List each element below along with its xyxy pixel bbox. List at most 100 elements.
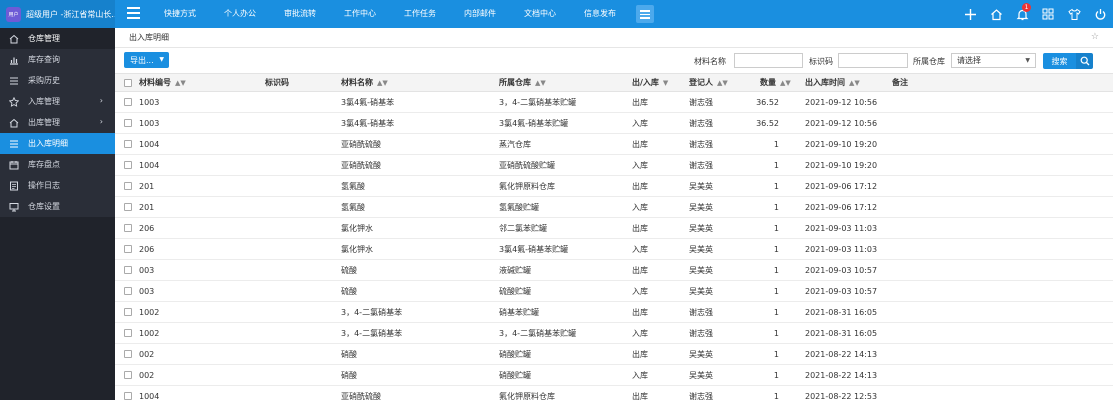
- chevron-right-icon: ›: [99, 117, 103, 126]
- col-idcode[interactable]: 标识码: [265, 74, 289, 91]
- sidebar-item-stock-details[interactable]: 出入库明细: [0, 133, 115, 154]
- table-row[interactable]: 206 氯化钾水 邻二氯苯贮罐 出库 吴美英 1 2021-09-03 11:03: [115, 218, 1113, 239]
- row-checkbox[interactable]: [124, 287, 132, 295]
- shirt-icon[interactable]: [1061, 0, 1087, 28]
- cell-name: 硝酸: [341, 370, 357, 380]
- row-checkbox[interactable]: [124, 392, 132, 400]
- plus-icon[interactable]: [957, 0, 983, 28]
- nav-item-personal-office[interactable]: 个人办公: [210, 0, 270, 28]
- cell-warehouse: 蒸汽仓库: [499, 139, 531, 149]
- col-qty[interactable]: 数量 ▲▼: [760, 74, 791, 91]
- sidebar-item-warehouse-management[interactable]: 仓库管理: [0, 28, 115, 49]
- search-button[interactable]: 搜索: [1043, 53, 1076, 69]
- cell-time: 2021-09-03 11:03: [805, 244, 878, 254]
- row-checkbox[interactable]: [124, 98, 132, 106]
- row-checkbox[interactable]: [124, 350, 132, 358]
- sidebar-item-label: 采购历史: [28, 76, 60, 85]
- row-checkbox[interactable]: [124, 119, 132, 127]
- nav-item-info-publish[interactable]: 信息发布: [570, 0, 630, 28]
- cell-warehouse: 3，4-二氯硝基苯贮罐: [499, 97, 577, 107]
- cell-name: 3氯4氟-硝基苯: [341, 118, 395, 128]
- brand[interactable]: 用户 超级用户 -浙江省常山长...: [0, 0, 115, 28]
- sort-icon: ▲▼: [175, 78, 186, 87]
- bell-icon[interactable]: 1: [1009, 0, 1035, 28]
- cell-qty: 1: [773, 328, 779, 338]
- col-registrar[interactable]: 登记人 ▲▼: [689, 74, 728, 91]
- table-row[interactable]: 003 硫酸 液碱贮罐 出库 吴美英 1 2021-09-03 10:57: [115, 260, 1113, 281]
- table-row[interactable]: 201 氢氟酸 氟化钾原料仓库 出库 吴美英 1 2021-09-06 17:12: [115, 176, 1113, 197]
- nav-item-internal-mail[interactable]: 内部邮件: [450, 0, 510, 28]
- table-row[interactable]: 002 硝酸 硝酸贮罐 出库 吴美英 1 2021-08-22 14:13: [115, 344, 1113, 365]
- table-row[interactable]: 002 硝酸 硝酸贮罐 入库 吴美英 1 2021-08-22 14:13: [115, 365, 1113, 386]
- sidebar-item-stocktaking[interactable]: 库存盘点: [0, 154, 115, 175]
- sidebar-item-outbound-management[interactable]: 出库管理 ›: [0, 112, 115, 133]
- cell-qty: 1: [773, 202, 779, 212]
- nav-item-work-tasks[interactable]: 工作任务: [390, 0, 450, 28]
- row-checkbox[interactable]: [124, 266, 132, 274]
- table-row[interactable]: 1004 亚硝酰硫酸 亚硝酰硫酸贮罐 入库 谢志强 1 2021-09-10 19:20: [115, 155, 1113, 176]
- table-row[interactable]: 1002 3，4-二氯硝基苯 硝基苯贮罐 出库 谢志强 1 2021-08-31 16:05: [115, 302, 1113, 323]
- row-checkbox[interactable]: [124, 329, 132, 337]
- sidebar-item-label: 库存查询: [28, 55, 60, 64]
- col-time[interactable]: 出入库时间 ▲▼: [805, 74, 860, 91]
- table-row[interactable]: 206 氯化钾水 3氯4氟-硝基苯贮罐 入库 吴美英 1 2021-09-03 11:03: [115, 239, 1113, 260]
- nav-item-approval-flow[interactable]: 审批流转: [270, 0, 330, 28]
- user-title: 超级用户 -浙江省常山长...: [26, 9, 115, 19]
- power-icon[interactable]: [1087, 0, 1113, 28]
- row-checkbox[interactable]: [124, 245, 132, 253]
- cell-registrar: 谢志强: [689, 391, 713, 400]
- warehouse-select[interactable]: 请选择 ▼: [951, 53, 1036, 68]
- sidebar-item-inbound-management[interactable]: 入库管理 ›: [0, 91, 115, 112]
- row-checkbox[interactable]: [124, 308, 132, 316]
- col-direction[interactable]: 出/入库 ▼: [632, 74, 668, 91]
- cell-code: 1002: [139, 307, 160, 317]
- table-row[interactable]: 1002 3，4-二氯硝基苯 3，4-二氯硝基苯贮罐 入库 谢志强 1 2021-08-31…: [115, 323, 1113, 344]
- sidebar-item-purchase-history[interactable]: 采购历史: [0, 70, 115, 91]
- row-checkbox[interactable]: [124, 161, 132, 169]
- select-all-checkbox[interactable]: [124, 78, 132, 87]
- table-row[interactable]: 1003 3氯4氟-硝基苯 3氯4氟-硝基苯贮罐 入库 谢志强 36.52 2021-09-…: [115, 113, 1113, 134]
- row-checkbox[interactable]: [124, 371, 132, 379]
- nav-item-work-center[interactable]: 工作中心: [330, 0, 390, 28]
- cell-code: 002: [139, 349, 155, 359]
- more-menu-icon[interactable]: [636, 5, 654, 23]
- cell-direction: 出库: [632, 349, 648, 359]
- cell-registrar: 吴美英: [689, 265, 713, 275]
- cell-warehouse: 硝酸贮罐: [499, 370, 531, 380]
- cell-direction: 出库: [632, 97, 648, 107]
- sidebar-item-inventory-query[interactable]: 库存查询: [0, 49, 115, 70]
- nav-item-shortcuts[interactable]: 快捷方式: [150, 0, 210, 28]
- table-row[interactable]: 1004 亚硝酰硫酸 氟化钾原料仓库 出库 谢志强 1 2021-08-22 12:53: [115, 386, 1113, 400]
- col-code[interactable]: 材料编号 ▲▼: [139, 74, 186, 91]
- sidebar-item-operation-log[interactable]: 操作日志: [0, 175, 115, 196]
- apps-icon[interactable]: [1035, 0, 1061, 28]
- col-name[interactable]: 材料名称 ▲▼: [341, 74, 388, 91]
- table-row[interactable]: 1004 亚硝酰硫酸 蒸汽仓库 出库 谢志强 1 2021-09-10 19:20: [115, 134, 1113, 155]
- sidebar-item-warehouse-settings[interactable]: 仓库设置: [0, 196, 115, 217]
- row-checkbox[interactable]: [124, 224, 132, 232]
- row-checkbox[interactable]: [124, 140, 132, 148]
- table-row[interactable]: 201 氢氟酸 氢氟酸贮罐 入库 吴美英 1 2021-09-06 17:12: [115, 197, 1113, 218]
- table-row[interactable]: 1003 3氯4氟-硝基苯 3，4-二氯硝基苯贮罐 出库 谢志强 36.52 2021-09…: [115, 92, 1113, 113]
- cell-time: 2021-09-06 17:12: [805, 181, 878, 191]
- cell-qty: 1: [773, 265, 779, 275]
- home-icon[interactable]: [983, 0, 1009, 28]
- favorite-star-icon[interactable]: ☆: [1091, 32, 1099, 42]
- table-row[interactable]: 003 硫酸 硫酸贮罐 入库 吴美英 1 2021-09-03 10:57: [115, 281, 1113, 302]
- col-note: 备注: [892, 74, 908, 91]
- chevron-right-icon: ›: [99, 96, 103, 105]
- row-checkbox[interactable]: [124, 203, 132, 211]
- col-warehouse[interactable]: 所属仓库 ▲▼: [499, 74, 546, 91]
- sidebar-item-label: 库存盘点: [28, 160, 60, 169]
- search-icon[interactable]: [1076, 53, 1093, 69]
- sidebar-toggle-icon[interactable]: [127, 7, 140, 21]
- material-name-input[interactable]: [734, 53, 803, 68]
- export-button[interactable]: 导出... ▼: [124, 52, 169, 68]
- sidebar-item-label: 仓库设置: [28, 202, 60, 211]
- cell-code: 1004: [139, 391, 160, 400]
- row-checkbox[interactable]: [124, 182, 132, 190]
- nav-item-document-center[interactable]: 文档中心: [510, 0, 570, 28]
- id-code-input[interactable]: [838, 53, 908, 68]
- cell-warehouse: 氟化钾原料仓库: [499, 391, 555, 400]
- cell-registrar: 谢志强: [689, 97, 713, 107]
